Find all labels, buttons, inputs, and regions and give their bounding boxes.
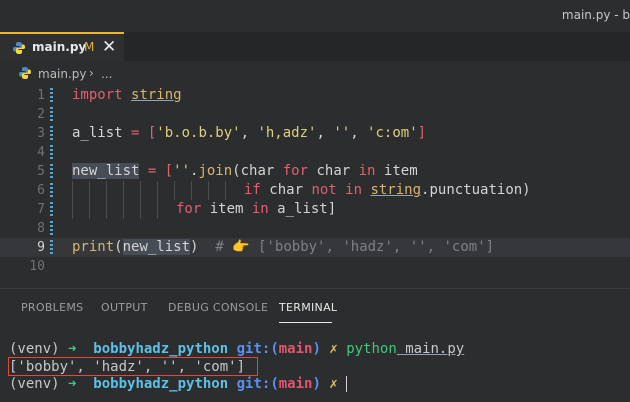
window-title: main.py - b	[561, 8, 630, 22]
line-number: 1	[37, 88, 45, 103]
line-number: 8	[37, 221, 45, 236]
active-tab-indicator	[279, 322, 332, 323]
git-change-marker	[50, 202, 53, 217]
indent-guide	[106, 200, 107, 219]
line-number: 6	[37, 183, 45, 198]
breadcrumb: main.py › ...	[0, 63, 630, 85]
terminal-prompt-line[interactable]: (venv) ➜ bobbyhadz_python git:(main) ✗	[9, 374, 348, 394]
code-text: for item in a_list]	[176, 201, 337, 217]
indent-guide	[72, 200, 73, 219]
indent-guide	[123, 181, 124, 200]
code-text: import string	[72, 87, 182, 103]
indent-guide	[208, 181, 209, 200]
indent-guide	[89, 181, 90, 200]
chevron-right-icon: ›	[89, 66, 94, 80]
code-text: if char not in string.punctuation)	[244, 182, 531, 198]
title-bar: main.py - b	[0, 0, 630, 32]
indent-guide	[72, 181, 73, 200]
line-number: 7	[37, 202, 45, 217]
tab-debug-console[interactable]: DEBUG CONSOLE	[168, 301, 268, 314]
editor-tab-bar: main.py M ✕	[0, 32, 630, 61]
git-change-marker	[50, 107, 53, 122]
breadcrumb-file[interactable]: main.py	[38, 67, 87, 81]
tab-problems[interactable]: PROBLEMS	[21, 301, 83, 314]
code-text: new_list = [''.join(char for char in ite…	[72, 163, 418, 179]
indent-guide	[106, 181, 107, 200]
modified-indicator: M	[84, 40, 95, 54]
python-icon	[13, 42, 25, 54]
git-change-marker	[50, 145, 53, 160]
code-line: 8	[0, 219, 630, 238]
code-line-active: 9 print(new_list) # 👉 ['bobby', 'hadz', …	[0, 238, 630, 257]
tab-output[interactable]: OUTPUT	[101, 301, 148, 314]
code-line: 3 a_list = ['b.o.b.by', 'h,adz', '', 'c:…	[0, 124, 630, 143]
line-number: 4	[37, 145, 45, 160]
code-line: 6 if char not in string.punctuation)	[0, 181, 630, 200]
git-change-marker	[50, 240, 53, 255]
code-line: 4	[0, 143, 630, 162]
indent-guide	[157, 181, 158, 200]
indent-guide	[140, 181, 141, 200]
code-line: 7 for item in a_list]	[0, 200, 630, 219]
git-change-marker	[50, 164, 53, 179]
code-line: 10	[0, 257, 630, 276]
line-number: 10	[29, 259, 45, 274]
indent-guide	[123, 200, 124, 219]
close-icon[interactable]: ✕	[102, 37, 116, 57]
code-text: a_list = ['b.o.b.by', 'h,adz', '', 'c:om…	[72, 125, 427, 141]
code-line: 5 new_list = [''.join(char for char in i…	[0, 162, 630, 181]
git-change-marker	[50, 221, 53, 236]
python-icon	[19, 67, 31, 79]
tab-terminal[interactable]: TERMINAL	[279, 301, 337, 314]
line-number: 5	[37, 164, 45, 179]
code-line: 2	[0, 105, 630, 124]
line-number: 3	[37, 126, 45, 141]
terminal-cursor	[346, 376, 348, 392]
line-number: 2	[37, 107, 45, 122]
tab-filename: main.py	[32, 40, 87, 54]
indent-guide	[225, 181, 226, 200]
git-change-marker	[50, 126, 53, 141]
indent-guide	[157, 200, 158, 219]
breadcrumb-symbols[interactable]: ...	[101, 67, 112, 81]
code-editor[interactable]: 1 import string 2 3 a_list = ['b.o.b.by'…	[0, 86, 630, 278]
arrow-icon: ➜	[68, 376, 85, 392]
line-number: 9	[37, 240, 45, 255]
code-text: print(new_list) # 👉 ['bobby', 'hadz', ''…	[72, 239, 495, 255]
tab-main-py[interactable]: main.py M ✕	[0, 32, 124, 61]
indent-guide	[174, 181, 175, 200]
git-change-marker	[50, 88, 53, 103]
indent-guide	[89, 200, 90, 219]
arrow-icon: ➜	[68, 341, 85, 357]
terminal-prompt-line: (venv) ➜ bobbyhadz_python git:(main) ✗ p…	[9, 341, 465, 357]
code-line: 1 import string	[0, 86, 630, 105]
indent-guide	[191, 181, 192, 200]
git-change-marker	[50, 183, 53, 198]
indent-guide	[140, 200, 141, 219]
